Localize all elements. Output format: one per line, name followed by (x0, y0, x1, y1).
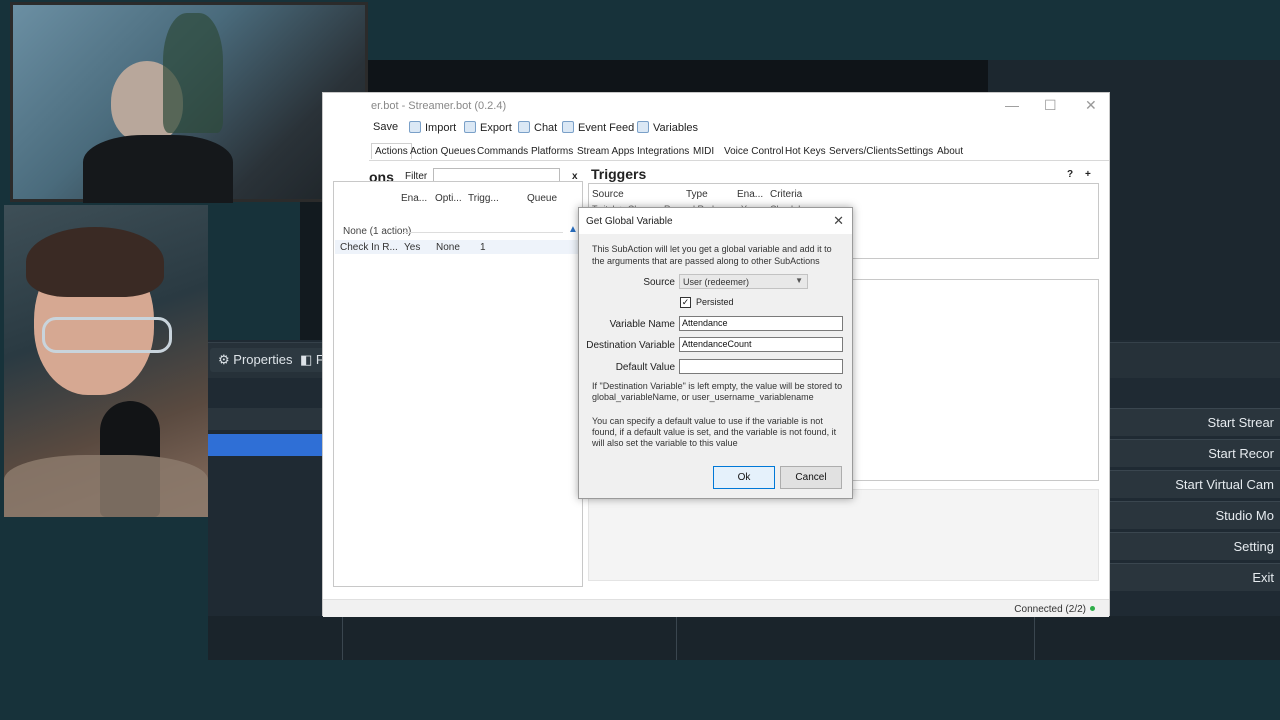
export-button[interactable]: Export (464, 121, 512, 134)
start-recording-button[interactable]: Start Recor (1110, 439, 1280, 467)
filter-icon: ◧ (300, 352, 316, 367)
column-enabled[interactable]: Ena... (737, 189, 763, 200)
action-trigger-count: 1 (480, 242, 486, 253)
action-group-label[interactable]: None (1 action) (343, 226, 411, 237)
tab-platforms[interactable]: Platforms (531, 146, 573, 157)
persisted-label: Persisted (696, 297, 734, 307)
triggers-heading: Triggers (591, 166, 647, 182)
tab-hot-keys[interactable]: Hot Keys (785, 146, 826, 157)
studio-mode-button[interactable]: Studio Mo (1110, 501, 1280, 529)
ok-button[interactable]: Ok (713, 466, 775, 489)
source-label: Source (643, 277, 675, 288)
exit-button[interactable]: Exit (1110, 563, 1280, 591)
source-select[interactable]: User (redeemer) ▼ (679, 274, 808, 289)
chat-button[interactable]: Chat (518, 121, 557, 134)
tab-stream-apps[interactable]: Stream Apps (577, 146, 634, 157)
chevron-down-icon: ▼ (795, 276, 803, 285)
get-global-variable-dialog: Get Global Variable ✕ This SubAction wil… (578, 207, 853, 499)
group-divider (403, 232, 563, 233)
status-bar: Connected (2/2) (323, 599, 1109, 617)
dialog-title: Get Global Variable (586, 216, 673, 227)
tab-midi[interactable]: MIDI (693, 146, 714, 157)
obs-list-row-selected[interactable] (208, 434, 322, 456)
default-value-note: You can specify a default value to use i… (592, 416, 837, 448)
variable-name-input[interactable]: Attendance (679, 316, 843, 331)
action-enabled: Yes (404, 242, 421, 253)
webcam-overlay-main (4, 205, 208, 517)
chat-icon (518, 121, 530, 133)
tab-integrations[interactable]: Integrations (637, 146, 689, 157)
maximize-icon[interactable]: ☐ (1044, 97, 1057, 114)
dialog-description: This SubAction will let you get a global… (592, 244, 832, 266)
default-value-input[interactable] (679, 359, 843, 374)
obs-bottom-docks (208, 616, 1280, 660)
column-triggers[interactable]: Trigg... (468, 193, 499, 204)
main-tabs: Actions Action Queues Commands Platforms… (369, 143, 1109, 161)
tab-actions[interactable]: Actions (371, 143, 412, 159)
subactions-details (588, 489, 1099, 581)
close-icon[interactable]: ✕ (833, 213, 844, 229)
column-source[interactable]: Source (592, 189, 624, 200)
connection-status: Connected (2/2) (1014, 604, 1095, 615)
variables-button[interactable]: Variables (637, 121, 698, 134)
variables-icon (637, 121, 649, 133)
tab-commands[interactable]: Commands (477, 146, 528, 157)
column-type[interactable]: Type (686, 189, 708, 200)
tab-action-queues[interactable]: Action Queues (410, 146, 476, 157)
export-icon (464, 121, 476, 133)
tab-settings[interactable]: Settings (897, 146, 933, 157)
tab-properties[interactable]: ⚙ Properties (210, 348, 301, 372)
close-icon[interactable]: ✕ (1085, 97, 1097, 114)
cancel-button[interactable]: Cancel (780, 466, 842, 489)
action-name: Check In R... (340, 242, 398, 253)
column-criteria[interactable]: Criteria (770, 189, 802, 200)
toolbar: Save Import Export Chat Event Feed Varia… (323, 117, 1109, 139)
column-options[interactable]: Opti... (435, 193, 462, 204)
tab-about[interactable]: About (937, 146, 963, 157)
column-enabled[interactable]: Ena... (401, 193, 427, 204)
destination-note: If "Destination Variable" is left empty,… (592, 381, 843, 402)
import-icon (409, 121, 421, 133)
dialog-titlebar: Get Global Variable ✕ (579, 208, 852, 234)
status-dot-icon (1090, 606, 1095, 611)
start-streaming-button[interactable]: Start Strear (1110, 408, 1280, 436)
start-virtual-cam-button[interactable]: Start Virtual Cam (1110, 470, 1280, 498)
default-value-label: Default Value (615, 362, 675, 373)
obs-top-strip (368, 60, 988, 95)
tab-servers-clients[interactable]: Servers/Clients (829, 146, 897, 157)
checkmark-icon: ✓ (681, 297, 690, 307)
gear-icon: ⚙ (218, 352, 234, 367)
destination-variable-label: Destination Variable (586, 340, 675, 351)
add-trigger-button[interactable]: + (1085, 169, 1091, 180)
window-title: er.bot - Streamer.bot (0.2.4) (371, 100, 507, 112)
help-button[interactable]: ? (1067, 169, 1073, 180)
persisted-checkbox[interactable]: ✓ (680, 297, 691, 308)
webcam-overlay-top (10, 2, 368, 203)
import-button[interactable]: Import (409, 121, 456, 134)
filter-input[interactable] (433, 168, 560, 182)
action-queue: None (436, 242, 460, 253)
variable-name-label: Variable Name (609, 319, 675, 330)
tab-voice-control[interactable]: Voice Control (724, 146, 783, 157)
chevron-up-icon[interactable]: ▲ (568, 224, 578, 235)
settings-button[interactable]: Setting (1110, 532, 1280, 560)
event-feed-icon (562, 121, 574, 133)
save-button[interactable]: Save (373, 121, 398, 133)
minimize-icon[interactable]: — (1005, 97, 1019, 113)
window-titlebar: er.bot - Streamer.bot (0.2.4) — ☐ ✕ (323, 93, 1109, 117)
destination-variable-input[interactable]: AttendanceCount (679, 337, 843, 352)
obs-list-row[interactable] (208, 408, 322, 430)
event-feed-button[interactable]: Event Feed (562, 121, 634, 134)
column-queue[interactable]: Queue (527, 193, 557, 204)
